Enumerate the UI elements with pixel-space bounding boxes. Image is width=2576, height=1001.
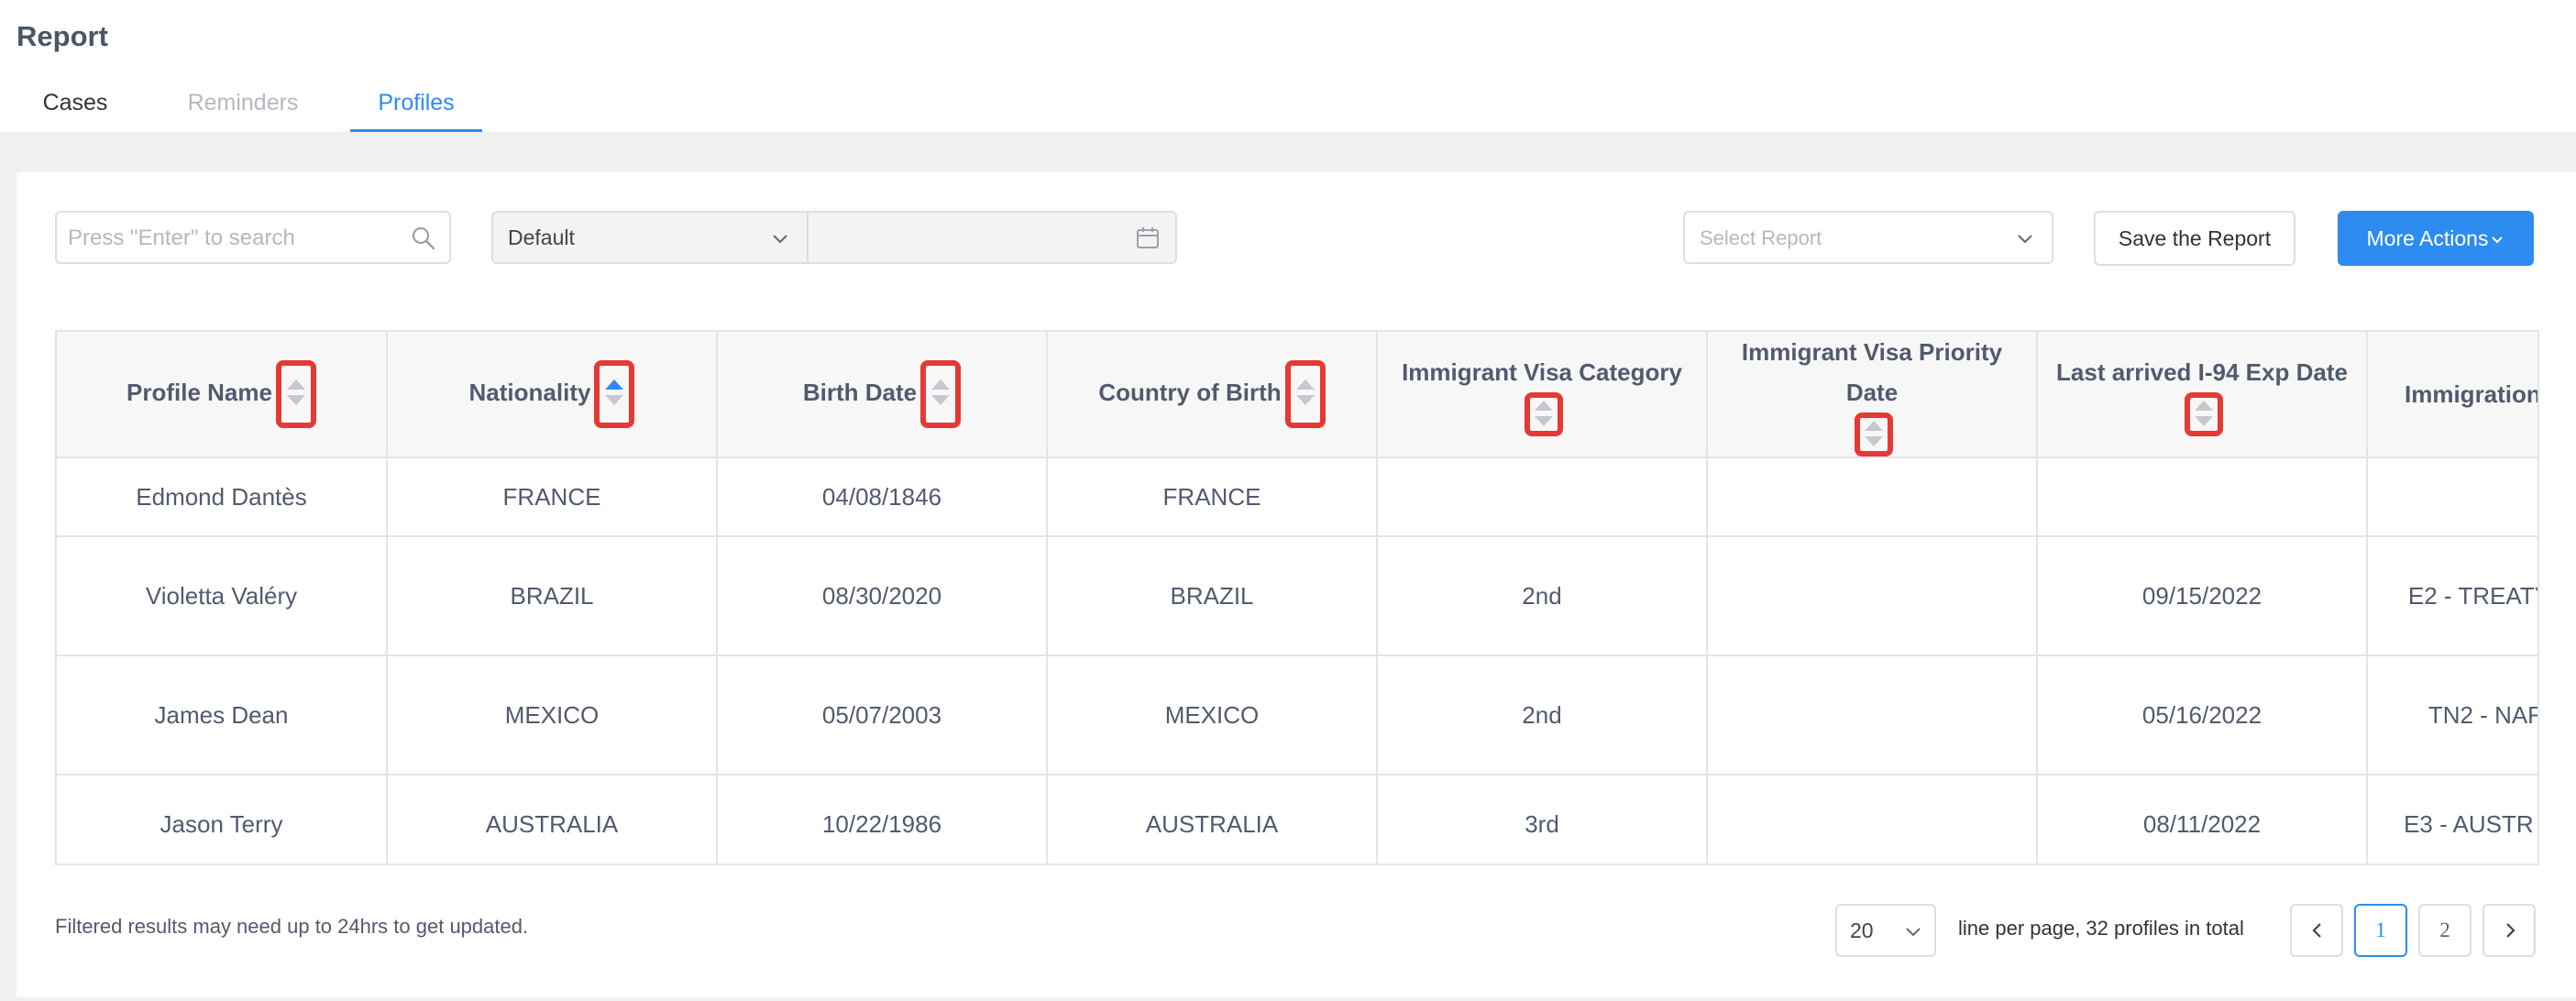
cell-country-of-birth: AUSTRALIA <box>1047 775 1378 864</box>
chevron-down-icon <box>2018 235 2032 244</box>
sort-icon[interactable] <box>920 360 962 429</box>
page-info: line per page, 32 profiles in total <box>1958 917 2244 940</box>
table-row[interactable]: Edmond Dantès FRANCE 04/08/1846 FRANCE <box>57 457 2537 538</box>
cell-country-of-birth: MEXICO <box>1047 655 1378 776</box>
cell-immigration: TN2 - NAFTA (MEX <box>2367 655 2537 776</box>
sort-icon[interactable] <box>275 360 316 429</box>
date-range-input[interactable] <box>809 211 1177 264</box>
filter-select-value: Default <box>508 226 575 249</box>
cell-birth-date: 05/07/2003 <box>717 655 1048 776</box>
page-title: Report <box>17 20 108 52</box>
chevron-down-icon <box>773 235 787 244</box>
sort-icon[interactable] <box>594 360 635 429</box>
search-icon[interactable] <box>411 226 436 251</box>
tab-cases[interactable]: Cases <box>40 82 110 132</box>
more-actions-label: More Actions <box>2366 226 2489 250</box>
sort-icon[interactable] <box>2185 392 2223 437</box>
cell-i94-exp-date: 05/16/2022 <box>2037 655 2368 776</box>
column-header-birth-date[interactable]: Birth Date <box>717 332 1048 459</box>
chevron-down-icon <box>2492 236 2504 244</box>
calendar-icon[interactable] <box>1135 226 1161 251</box>
cell-visa-category: 2nd <box>1377 536 1708 657</box>
save-report-button[interactable]: Save the Report <box>2094 211 2295 266</box>
cell-nationality: MEXICO <box>387 655 718 776</box>
cell-immigration: E2 - TREATY SPOUSE <box>2367 536 2537 657</box>
more-actions-button[interactable]: More Actions <box>2338 211 2534 266</box>
chevron-left-icon <box>2312 923 2321 938</box>
sort-icon[interactable] <box>1525 392 1563 437</box>
table-row[interactable]: James Dean MEXICO 05/07/2003 MEXICO 2nd … <box>57 655 2537 776</box>
cell-nationality: AUSTRALIA <box>387 775 718 864</box>
search-box <box>55 211 451 264</box>
cell-profile-name[interactable]: James Dean <box>57 655 388 776</box>
cell-visa-priority-date <box>1707 457 2038 538</box>
cell-nationality: FRANCE <box>387 457 718 538</box>
page-size-value: 20 <box>1850 918 1874 942</box>
profiles-table: Profile Name Nationality Birth Date Coun… <box>55 330 2539 865</box>
page-size-select[interactable]: 20 <box>1835 904 1936 957</box>
cell-country-of-birth: FRANCE <box>1047 457 1378 538</box>
cell-visa-category: 3rd <box>1377 775 1708 864</box>
chevron-right-icon <box>2506 923 2515 938</box>
filter-select[interactable]: Default <box>491 211 809 264</box>
cell-i94-exp-date: 08/11/2022 <box>2037 775 2368 864</box>
column-header-country-of-birth[interactable]: Country of Birth <box>1047 332 1378 459</box>
column-header-profile-name[interactable]: Profile Name <box>57 332 388 459</box>
column-header-immigrant-visa-priority-date[interactable]: Immigrant Visa Priority Date <box>1707 332 2038 459</box>
cell-immigration: E3 - AUSTR TRADE AG <box>2367 775 2537 864</box>
cell-i94-exp-date: 09/15/2022 <box>2037 536 2368 657</box>
cell-visa-category: 2nd <box>1377 655 1708 776</box>
next-page-button[interactable] <box>2482 904 2536 957</box>
cell-i94-exp-date <box>2037 457 2368 538</box>
cell-profile-name[interactable]: Jason Terry <box>57 775 388 864</box>
top-bar: Report Cases Reminders Profiles <box>0 0 2576 132</box>
cell-profile-name[interactable]: Violetta Valéry <box>57 536 388 657</box>
cell-birth-date: 04/08/1846 <box>717 457 1048 538</box>
column-header-nationality[interactable]: Nationality <box>387 332 718 459</box>
sort-icon[interactable] <box>1855 412 1893 456</box>
cell-country-of-birth: BRAZIL <box>1047 536 1378 657</box>
tab-profiles[interactable]: Profiles <box>350 82 482 132</box>
cell-birth-date: 08/30/2020 <box>717 536 1048 657</box>
cell-visa-category <box>1377 457 1708 538</box>
cell-visa-priority-date <box>1707 655 2038 776</box>
sort-icon[interactable] <box>1284 360 1326 429</box>
tab-reminders[interactable]: Reminders <box>185 82 301 132</box>
cell-profile-name[interactable]: Edmond Dantès <box>57 457 388 538</box>
cell-nationality: BRAZIL <box>387 536 718 657</box>
column-header-immigrant-visa-category[interactable]: Immigrant Visa Category <box>1377 332 1708 459</box>
cell-birth-date: 10/22/1986 <box>717 775 1048 864</box>
report-select-placeholder: Select Report <box>1700 226 1822 249</box>
table-header-row: Profile Name Nationality Birth Date Coun… <box>57 332 2537 459</box>
page-2-button[interactable]: 2 <box>2418 904 2471 957</box>
report-select[interactable]: Select Report <box>1683 211 2053 264</box>
cell-visa-priority-date <box>1707 536 2038 657</box>
search-input[interactable] <box>68 220 398 257</box>
page-1-button[interactable]: 1 <box>2354 904 2407 957</box>
table-row[interactable]: Jason Terry AUSTRALIA 10/22/1986 AUSTRAL… <box>57 775 2537 864</box>
report-card: Default Select Report Save the Report Mo… <box>17 172 2576 997</box>
cell-visa-priority-date <box>1707 775 2038 864</box>
prev-page-button[interactable] <box>2290 904 2343 957</box>
column-header-last-arrived-i94-exp-date[interactable]: Last arrived I-94 Exp Date <box>2037 332 2368 459</box>
chevron-down-icon <box>1906 928 1921 937</box>
filter-note: Filtered results may need up to 24hrs to… <box>55 915 529 938</box>
column-header-immigration[interactable]: Immigration <box>2367 332 2537 459</box>
cell-immigration <box>2367 457 2537 538</box>
table-row[interactable]: Violetta Valéry BRAZIL 08/30/2020 BRAZIL… <box>57 536 2537 657</box>
